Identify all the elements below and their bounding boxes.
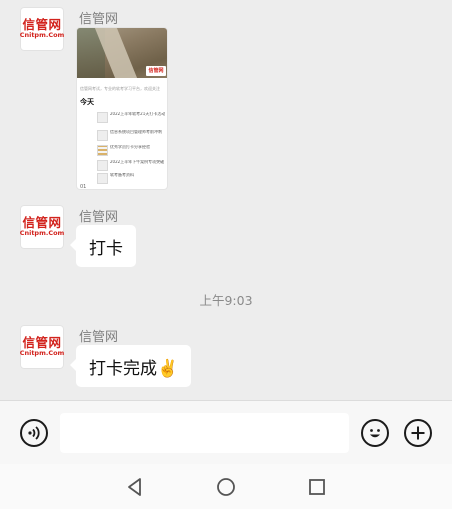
emoji-icon[interactable] (361, 419, 389, 447)
photo-logo: 信管网 (146, 66, 166, 76)
sender-avatar[interactable]: 信管网 Cnitpm.Com (20, 7, 64, 51)
sender-name: 信管网 (79, 210, 119, 225)
chat-area: 信管网 Cnitpm.Com 信管网 信管网 信管网考试，专业的软考学习平台，欢… (0, 0, 452, 400)
system-nav-bar (0, 464, 452, 509)
nav-back-icon[interactable] (124, 476, 146, 498)
article-list-item: 2022上半年软考21天打卡活动 (97, 112, 167, 124)
article-list-item: 信息系统项目管理师考前冲刺 (97, 130, 167, 142)
image-message[interactable]: 信管网 信管网考试，专业的软考学习平台，欢迎关注 今天 2022上半年软考21天… (76, 27, 168, 190)
sender-name: 信管网 (79, 12, 119, 27)
article-thumbnail (97, 160, 108, 171)
article-list-item: 软考备考资料 (97, 173, 167, 185)
article-list-item: 2022上半年下午案例专项突破 (97, 160, 167, 172)
article-thumbnail (97, 145, 108, 156)
avatar-logo-text: 信管网 (22, 335, 62, 350)
message-timestamp: 上午9:03 (199, 293, 253, 308)
article-thumbnail (97, 173, 108, 184)
text-message[interactable]: 打卡完成✌️ (69, 345, 192, 387)
article-list-item: 优秀学员打卡分享经验 (97, 145, 167, 157)
message-input[interactable] (60, 413, 349, 453)
avatar-logo-subtext: Cnitpm.Com (19, 229, 65, 237)
avatar-logo-text: 信管网 (22, 215, 62, 230)
voice-icon[interactable] (20, 419, 48, 447)
plus-icon[interactable] (404, 419, 432, 447)
section-heading: 今天 (80, 98, 94, 106)
text-message[interactable]: 打卡 (70, 225, 136, 267)
sender-name: 信管网 (79, 330, 119, 345)
input-bar (0, 400, 452, 465)
article-footer: 01 (80, 184, 87, 190)
article-thumbnail (97, 112, 108, 123)
article-photo: 信管网 (77, 28, 167, 78)
article-caption: 信管网考试，专业的软考学习平台，欢迎关注 (80, 86, 160, 91)
nav-recent-icon[interactable] (306, 476, 328, 498)
avatar-logo-subtext: Cnitpm.Com (19, 349, 65, 357)
nav-home-icon[interactable] (215, 476, 237, 498)
avatar-logo-subtext: Cnitpm.Com (19, 31, 65, 39)
sender-avatar[interactable]: 信管网 Cnitpm.Com (20, 205, 64, 249)
article-thumbnail (97, 130, 108, 141)
avatar-logo-text: 信管网 (22, 17, 62, 32)
sender-avatar[interactable]: 信管网 Cnitpm.Com (20, 325, 64, 369)
